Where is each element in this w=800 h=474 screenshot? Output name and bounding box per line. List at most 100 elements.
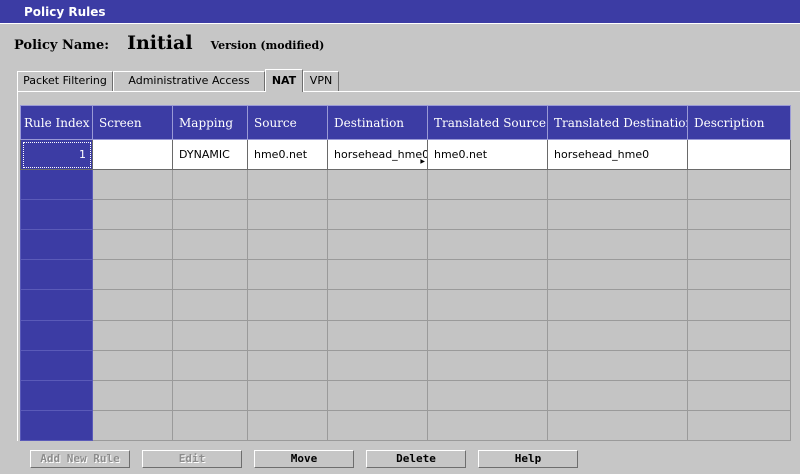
table-cell[interactable] [247, 289, 328, 321]
table-cell[interactable] [547, 229, 688, 261]
cell-mapping[interactable]: DYNAMIC [172, 138, 248, 171]
tab-packet-filtering[interactable]: Packet Filtering [17, 71, 113, 91]
column-header-mapping[interactable]: Mapping [172, 105, 248, 140]
table-cell[interactable] [92, 289, 173, 321]
cell-rule-index[interactable] [20, 289, 93, 321]
cell-rule-index[interactable] [20, 379, 93, 411]
table-cell[interactable] [327, 229, 428, 261]
table-row[interactable] [20, 379, 791, 411]
table-cell[interactable] [172, 319, 248, 351]
table-cell[interactable] [327, 199, 428, 231]
table-row[interactable] [20, 199, 791, 231]
table-cell[interactable] [327, 259, 428, 291]
table-cell[interactable] [92, 379, 173, 411]
table-cell[interactable] [687, 229, 791, 261]
table-cell[interactable] [687, 319, 791, 351]
column-header-rule-index[interactable]: Rule Index [20, 105, 93, 140]
cell-translated-destination[interactable]: horsehead_hme0 [547, 138, 688, 171]
tab-administrative-access[interactable]: Administrative Access [113, 71, 265, 91]
table-cell[interactable] [427, 169, 548, 201]
table-cell[interactable] [687, 259, 791, 291]
table-cell[interactable] [327, 349, 428, 381]
table-cell[interactable] [172, 199, 248, 231]
table-cell[interactable] [247, 379, 328, 411]
table-cell[interactable] [547, 409, 688, 442]
table-cell[interactable] [92, 199, 173, 231]
table-cell[interactable] [247, 409, 328, 442]
cell-rule-index[interactable] [20, 259, 93, 291]
column-header-screen[interactable]: Screen [92, 105, 173, 140]
table-cell[interactable] [92, 409, 173, 442]
table-cell[interactable] [172, 289, 248, 321]
cell-destination[interactable]: horsehead_hme0 ▶ [327, 138, 428, 171]
table-cell[interactable] [547, 319, 688, 351]
table-cell[interactable] [172, 349, 248, 381]
table-cell[interactable] [427, 289, 548, 321]
table-cell[interactable] [327, 169, 428, 201]
column-header-translated-source[interactable]: Translated Source [427, 105, 548, 140]
delete-button[interactable]: Delete [366, 450, 466, 468]
table-cell[interactable] [427, 199, 548, 231]
table-cell[interactable] [547, 259, 688, 291]
table-cell[interactable] [92, 229, 173, 261]
table-cell[interactable] [687, 199, 791, 231]
table-cell[interactable] [687, 349, 791, 381]
table-cell[interactable] [172, 409, 248, 442]
table-cell[interactable] [247, 229, 328, 261]
cell-screen[interactable] [92, 138, 173, 171]
cell-rule-index[interactable] [20, 349, 93, 381]
table-cell[interactable] [547, 289, 688, 321]
table-cell[interactable] [427, 349, 548, 381]
cell-rule-index[interactable] [20, 199, 93, 231]
dropdown-arrow-icon[interactable]: ▶ [420, 158, 425, 165]
column-header-destination[interactable]: Destination [327, 105, 428, 140]
tab-vpn[interactable]: VPN [303, 71, 339, 91]
table-row[interactable]: 1 DYNAMIC hme0.net horsehead_hme0 ▶ hme0.… [20, 138, 791, 171]
move-button[interactable]: Move [254, 450, 354, 468]
help-button[interactable]: Help [478, 450, 578, 468]
table-cell[interactable] [687, 409, 791, 442]
table-cell[interactable] [172, 259, 248, 291]
cell-description[interactable] [687, 138, 791, 171]
table-row[interactable] [20, 169, 791, 201]
table-cell[interactable] [427, 409, 548, 442]
table-cell[interactable] [547, 379, 688, 411]
cell-rule-index[interactable] [20, 169, 93, 201]
table-cell[interactable] [427, 229, 548, 261]
table-cell[interactable] [687, 379, 791, 411]
table-row[interactable] [20, 349, 791, 381]
nat-rules-table[interactable]: Rule Index Screen Mapping Source Destina… [20, 105, 791, 442]
add-new-rule-button[interactable]: Add New Rule [30, 450, 130, 468]
cell-translated-source[interactable]: hme0.net [427, 138, 548, 171]
table-cell[interactable] [427, 259, 548, 291]
table-cell[interactable] [247, 319, 328, 351]
cell-source[interactable]: hme0.net [247, 138, 328, 171]
table-cell[interactable] [427, 319, 548, 351]
table-cell[interactable] [687, 169, 791, 201]
edit-button[interactable]: Edit [142, 450, 242, 468]
table-cell[interactable] [327, 289, 428, 321]
tab-nat[interactable]: NAT [265, 69, 303, 92]
table-row[interactable] [20, 319, 791, 351]
table-cell[interactable] [247, 349, 328, 381]
cell-rule-index[interactable] [20, 229, 93, 261]
cell-rule-index[interactable] [20, 319, 93, 351]
table-cell[interactable] [327, 319, 428, 351]
table-row[interactable] [20, 409, 791, 442]
table-row[interactable] [20, 289, 791, 321]
table-cell[interactable] [547, 199, 688, 231]
column-header-source[interactable]: Source [247, 105, 328, 140]
table-cell[interactable] [247, 259, 328, 291]
table-cell[interactable] [172, 379, 248, 411]
table-row[interactable] [20, 229, 791, 261]
table-cell[interactable] [687, 289, 791, 321]
table-cell[interactable] [92, 319, 173, 351]
table-cell[interactable] [92, 259, 173, 291]
table-cell[interactable] [547, 169, 688, 201]
table-cell[interactable] [327, 409, 428, 442]
table-cell[interactable] [247, 199, 328, 231]
table-cell[interactable] [547, 349, 688, 381]
table-row[interactable] [20, 259, 791, 291]
table-cell[interactable] [92, 349, 173, 381]
table-cell[interactable] [427, 379, 548, 411]
